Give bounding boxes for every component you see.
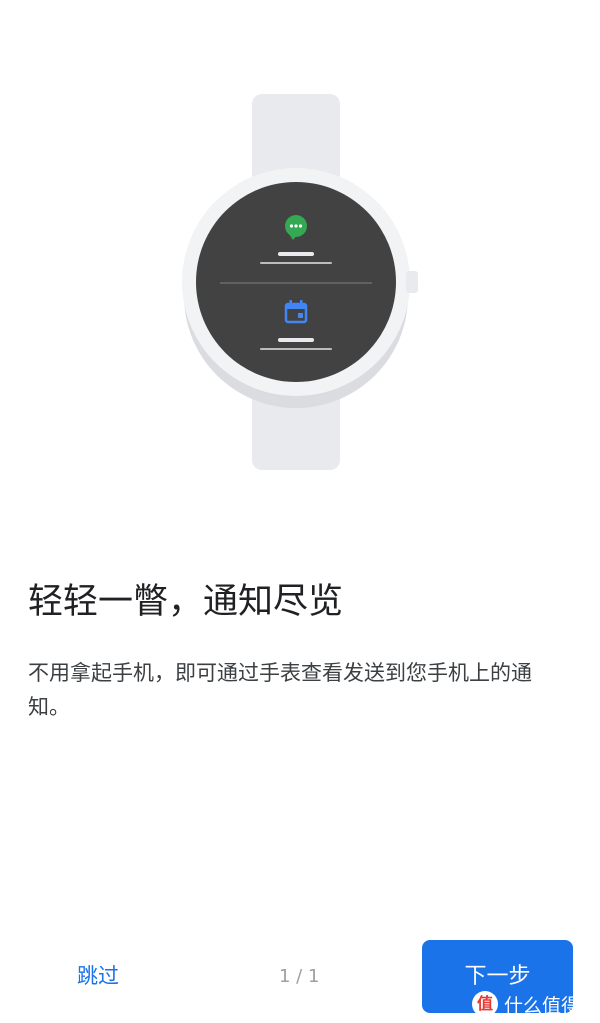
notification-divider <box>220 282 372 284</box>
watch-illustration <box>182 94 418 470</box>
watch-crown <box>406 271 418 293</box>
onboarding-headline: 轻轻一瞥，通知尽览 <box>28 582 344 622</box>
notification-text-line <box>260 348 332 350</box>
skip-button[interactable]: 跳过 <box>77 960 119 992</box>
watermark-logo: 值 <box>472 991 498 1017</box>
watermark-text: 什么值得买 <box>504 994 600 1017</box>
notification-title-line <box>278 252 314 256</box>
page-indicator: 1 / 1 <box>279 966 320 987</box>
watermark: 值 什么值得买 <box>472 988 599 1020</box>
notification-text-line <box>260 262 332 264</box>
notification-title-line <box>278 338 314 342</box>
onboarding-description: 不用拿起手机，即可通过手表查看发送到您手机上的通知。 <box>28 661 532 719</box>
